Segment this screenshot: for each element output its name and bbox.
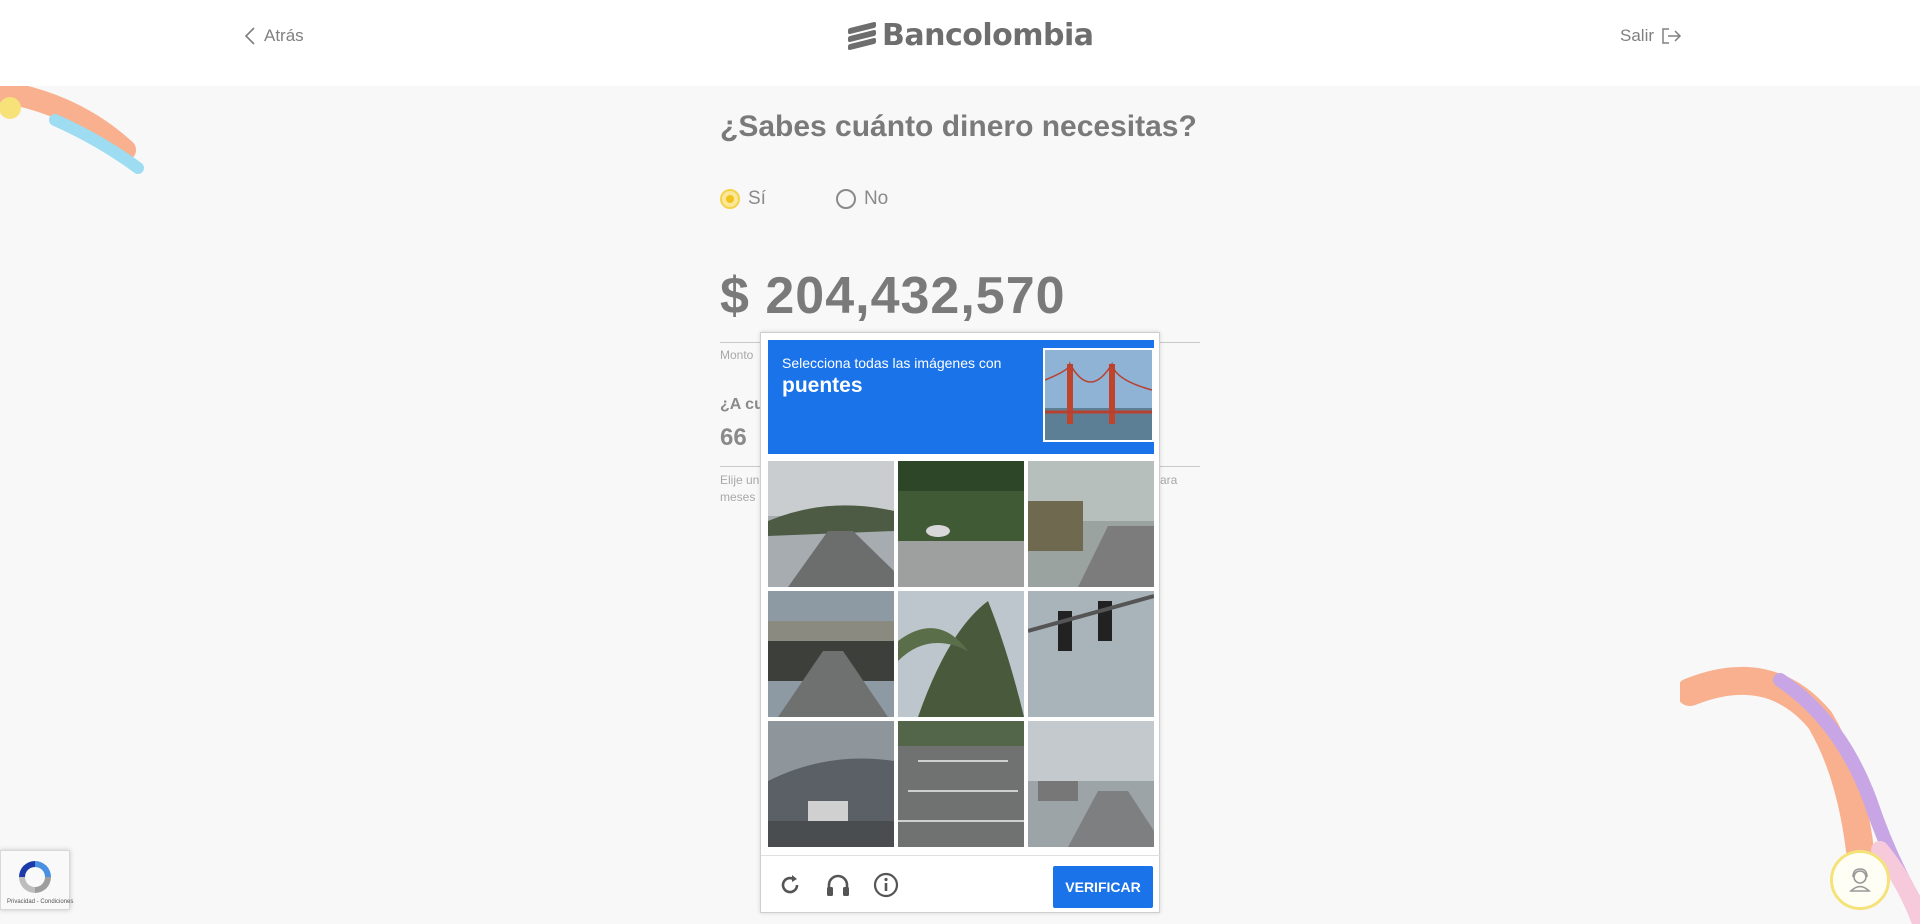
recaptcha-logo-icon — [19, 861, 51, 893]
bancolombia-logo-icon — [848, 21, 878, 51]
badge-links[interactable]: Privacidad - Condiciones — [7, 899, 73, 905]
term-help-right: ara — [1160, 473, 1178, 487]
captcha-target: puentes — [782, 374, 863, 397]
bancolombia-logo: Bancolombia — [848, 18, 1094, 53]
back-label: Atrás — [264, 26, 304, 45]
option-yes[interactable]: Sí — [720, 188, 766, 210]
top-bar: Atrás Bancolombia Salir — [0, 0, 1920, 86]
reload-icon[interactable] — [775, 870, 805, 900]
captcha-tile[interactable] — [898, 591, 1024, 717]
captcha-tile[interactable] — [768, 461, 894, 587]
captcha-tile[interactable] — [1028, 461, 1154, 587]
captcha-tile[interactable] — [898, 461, 1024, 587]
advisor-icon — [1849, 868, 1871, 892]
captcha-tile[interactable] — [1028, 591, 1154, 717]
captcha-tile[interactable] — [898, 721, 1024, 847]
captcha-footer: VERIFICAR — [761, 855, 1161, 913]
captcha-tile[interactable] — [768, 591, 894, 717]
option-no[interactable]: No — [835, 188, 889, 210]
option-no-label: No — [863, 188, 889, 209]
captcha-example-image — [1043, 348, 1154, 442]
captcha-tile[interactable] — [1028, 721, 1154, 847]
chevron-left-icon — [244, 27, 255, 45]
amount-help-text: Monto — [720, 348, 754, 362]
amount-input[interactable]: $ 204,432,570 — [720, 266, 1066, 326]
term-help-left2: meses — [720, 490, 756, 504]
captcha-instruction: Selecciona todas las imágenes con — [782, 355, 1002, 371]
exit-label: Salir — [1620, 26, 1655, 45]
captcha-image-grid — [768, 461, 1154, 847]
page-title: ¿Sabes cuánto dinero necesitas? — [720, 110, 1197, 143]
captcha-tile[interactable] — [768, 721, 894, 847]
term-help-left: Elije un — [720, 473, 760, 487]
radio-selected-icon — [720, 189, 740, 209]
logout-icon — [1662, 28, 1682, 44]
term-input[interactable]: 66 — [720, 424, 747, 452]
recaptcha-badge[interactable]: Privacidad - Condiciones — [0, 850, 73, 910]
amount-known-options: Sí No — [720, 188, 888, 210]
radio-empty-icon — [835, 189, 856, 209]
back-button[interactable]: Atrás — [244, 26, 304, 46]
exit-button[interactable]: Salir — [1620, 26, 1682, 46]
captcha-challenge: Selecciona todas las imágenes con puente… — [760, 332, 1161, 913]
logo-text: Bancolombia — [882, 18, 1094, 53]
info-icon[interactable] — [871, 870, 901, 900]
option-yes-label: Sí — [748, 188, 766, 209]
verify-button[interactable]: VERIFICAR — [1053, 866, 1153, 908]
advisor-help-button[interactable] — [1830, 850, 1890, 910]
captcha-header: Selecciona todas las imágenes con puente… — [768, 340, 1154, 454]
decorative-curve-top-left — [0, 80, 144, 174]
term-label: ¿A cu — [720, 396, 764, 413]
headphones-icon[interactable] — [823, 870, 853, 900]
